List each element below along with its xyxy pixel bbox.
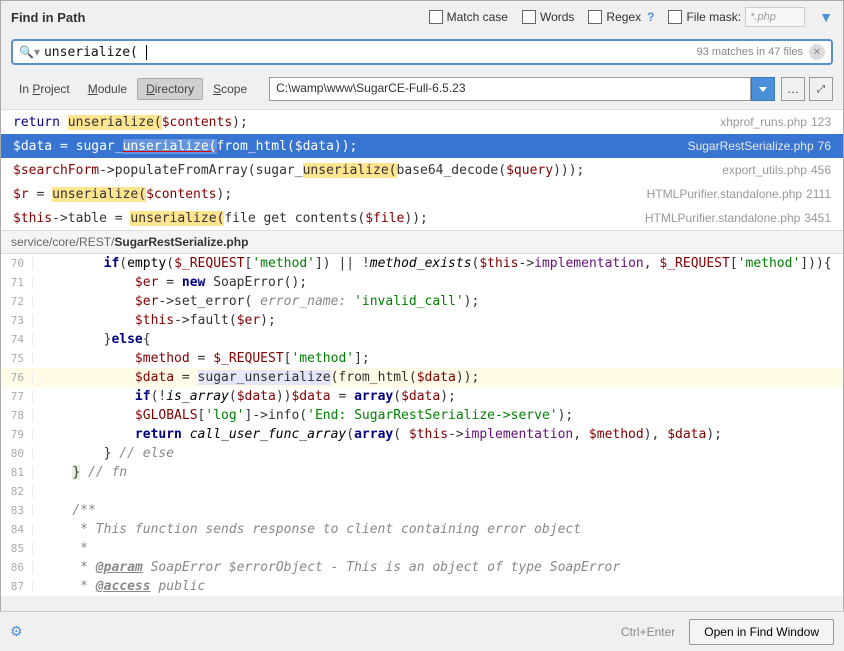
code-line: 76 $data = sugar_unserialize(from_html($… (1, 368, 843, 387)
code-line: 77 if(!is_array($data))$data = array($da… (1, 387, 843, 406)
search-query: unserialize( (44, 45, 691, 60)
results-list: return unserialize($contents);xhprof_run… (1, 109, 843, 230)
code-line: 83 /** (1, 501, 843, 520)
result-row[interactable]: $r = unserialize($contents);HTMLPurifier… (1, 182, 843, 206)
regex-checkbox[interactable]: Regex? (588, 10, 654, 24)
code-preview[interactable]: 70 if(empty($_REQUEST['method']) || !met… (1, 254, 843, 596)
code-line: 75 $method = $_REQUEST['method']; (1, 349, 843, 368)
preview-file-path: service/core/REST/SugarRestSerialize.php (1, 230, 843, 254)
code-line: 78 $GLOBALS['log']->info('End: SugarRest… (1, 406, 843, 425)
dialog-title: Find in Path (11, 10, 85, 25)
result-row[interactable]: $this->table = unserialize(file get cont… (1, 206, 843, 230)
code-line: 84 * This function sends response to cli… (1, 520, 843, 539)
match-count: 93 matches in 47 files (697, 46, 803, 58)
file-mask-input[interactable]: *.php (745, 7, 805, 27)
clear-search-icon[interactable]: ✕ (809, 44, 825, 60)
code-line: 85 * (1, 539, 843, 558)
regex-help-icon[interactable]: ? (647, 10, 654, 24)
browse-button[interactable]: … (781, 77, 805, 101)
code-line: 71 $er = new SoapError(); (1, 273, 843, 292)
code-line: 86 * @param SoapError $errorObject - Thi… (1, 558, 843, 577)
code-line: 80 } // else (1, 444, 843, 463)
gear-icon[interactable]: ⚙ (10, 623, 23, 640)
code-line: 72 $er->set_error( error_name: 'invalid_… (1, 292, 843, 311)
code-line: 70 if(empty($_REQUEST['method']) || !met… (1, 254, 843, 273)
file-mask-checkbox[interactable]: File mask: (668, 10, 741, 24)
code-line: 79 return call_user_func_array(array( $t… (1, 425, 843, 444)
search-input[interactable]: 🔍▾ unserialize( 93 matches in 47 files ✕ (11, 39, 833, 65)
words-checkbox[interactable]: Words (522, 10, 574, 24)
code-line: 87 * @access public (1, 577, 843, 596)
code-line: 74 }else{ (1, 330, 843, 349)
tab-directory[interactable]: Directory (137, 78, 203, 100)
result-row[interactable]: $data = sugar_unserialize(from_html($dat… (1, 134, 843, 158)
result-row[interactable]: $searchForm->populateFromArray(sugar_uns… (1, 158, 843, 182)
code-line: 82 (1, 482, 843, 501)
recursive-toggle[interactable]: ⤢ (809, 77, 833, 101)
tab-module[interactable]: Module (80, 79, 135, 99)
code-line: 81 } // fn (1, 463, 843, 482)
status-bar: ⚙ Ctrl+Enter Open in Find Window (0, 611, 844, 651)
shortcut-hint: Ctrl+Enter (621, 625, 675, 639)
title-bar: Find in Path Match case Words Regex? Fil… (1, 1, 843, 33)
tab-scope[interactable]: Scope (205, 79, 255, 99)
code-line: 73 $this->fault($er); (1, 311, 843, 330)
path-dropdown-button[interactable] (751, 77, 775, 101)
directory-path-input[interactable]: C:\wamp\www\SugarCE-Full-6.5.23 (269, 77, 751, 101)
open-in-find-window-button[interactable]: Open in Find Window (689, 619, 834, 645)
filter-icon[interactable]: ▼ (819, 9, 833, 25)
chevron-down-icon (759, 87, 767, 92)
match-case-checkbox[interactable]: Match case (429, 10, 508, 24)
search-icon: 🔍▾ (19, 45, 40, 59)
scope-row: In Project Module Directory Scope C:\wam… (1, 71, 843, 109)
result-row[interactable]: return unserialize($contents);xhprof_run… (1, 110, 843, 134)
tab-project[interactable]: In Project (11, 79, 78, 99)
